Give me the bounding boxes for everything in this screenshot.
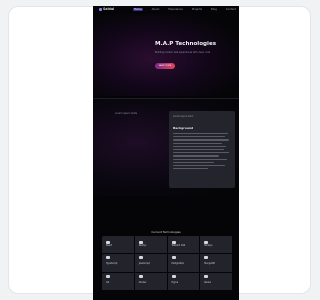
tech-name: PostgreSQL	[171, 262, 185, 266]
nav-links: Home About Experience Projects Blog Cont…	[133, 7, 236, 11]
nav-link-experience[interactable]: Experience	[168, 8, 182, 11]
tech-icon	[106, 256, 110, 260]
hero-subtitle: Building modern web experiences with cle…	[155, 51, 211, 54]
tech-tile: React	[102, 236, 134, 254]
tech-tile: Node.js	[200, 236, 232, 254]
tech-icon	[106, 274, 110, 278]
tech-icon	[204, 274, 209, 278]
about-card-top: Lorem ipsum dolor	[173, 115, 194, 118]
hero-section: M.A.P Technologies Building modern web e…	[93, 14, 239, 96]
tech-name: JavaScript	[138, 262, 150, 266]
tech-tile: Docker	[134, 272, 167, 290]
about-card: Lorem ipsum dolor Background	[169, 111, 235, 188]
about-section: Lorem ipsum stats Lorem ipsum dolor Back…	[93, 99, 239, 196]
hero-cta-button[interactable]: Learn more	[155, 63, 175, 69]
tech-icon	[138, 256, 143, 260]
logo-text: Saidul	[103, 7, 115, 11]
nav-link-home[interactable]: Home	[133, 7, 143, 11]
about-text-block	[173, 133, 231, 170]
tech-tile: MongoDB	[200, 254, 232, 272]
tech-name: Figma	[171, 280, 179, 284]
tech-name: Tailwind CSS	[171, 244, 186, 247]
tech-icon	[171, 274, 176, 278]
tech-icon	[138, 274, 143, 278]
tech-name: Docker	[138, 280, 147, 284]
tech-name: Node.js	[204, 244, 213, 247]
tech-tile: PostgreSQL	[167, 254, 200, 272]
tech-tile: Next.js	[134, 236, 167, 254]
tech-tile: Figma	[167, 272, 200, 290]
tech-tile: Git	[102, 272, 134, 290]
tech-tile: Tailwind CSS	[167, 236, 200, 254]
nav-link-projects[interactable]: Projects	[192, 8, 202, 11]
tech-name: React	[106, 244, 113, 247]
tech-icon	[171, 256, 176, 260]
tech-icon	[204, 256, 209, 260]
about-card-title: Background	[173, 126, 194, 130]
tech-name: TypeScript	[106, 262, 118, 266]
about-left-label: Lorem ipsum stats	[115, 112, 138, 115]
tech-tile: JavaScript	[134, 254, 167, 272]
nav-link-about[interactable]: About	[152, 8, 160, 11]
tech-name: Redux	[204, 280, 212, 284]
nav-link-blog[interactable]: Blog	[211, 8, 217, 11]
tech-tile: Redux	[200, 272, 232, 290]
tech-name: MongoDB	[204, 262, 215, 266]
tech-name: Next.js	[138, 244, 147, 247]
tech-name: Git	[106, 280, 110, 284]
logo[interactable]: Saidul	[99, 7, 114, 11]
nav-link-contact[interactable]: Contact	[226, 8, 236, 11]
tech-section-title: Current Technologies	[151, 230, 181, 234]
hero-title: M.A.P Technologies	[155, 41, 217, 47]
tech-grid: React Next.js Tailwind CSS Node.js TypeS…	[102, 236, 232, 290]
logo-icon	[99, 7, 102, 11]
tech-tile: TypeScript	[102, 254, 134, 272]
page-preview: Saidul Home About Experience Projects Bl…	[93, 6, 239, 300]
navbar: Saidul Home About Experience Projects Bl…	[93, 6, 239, 14]
